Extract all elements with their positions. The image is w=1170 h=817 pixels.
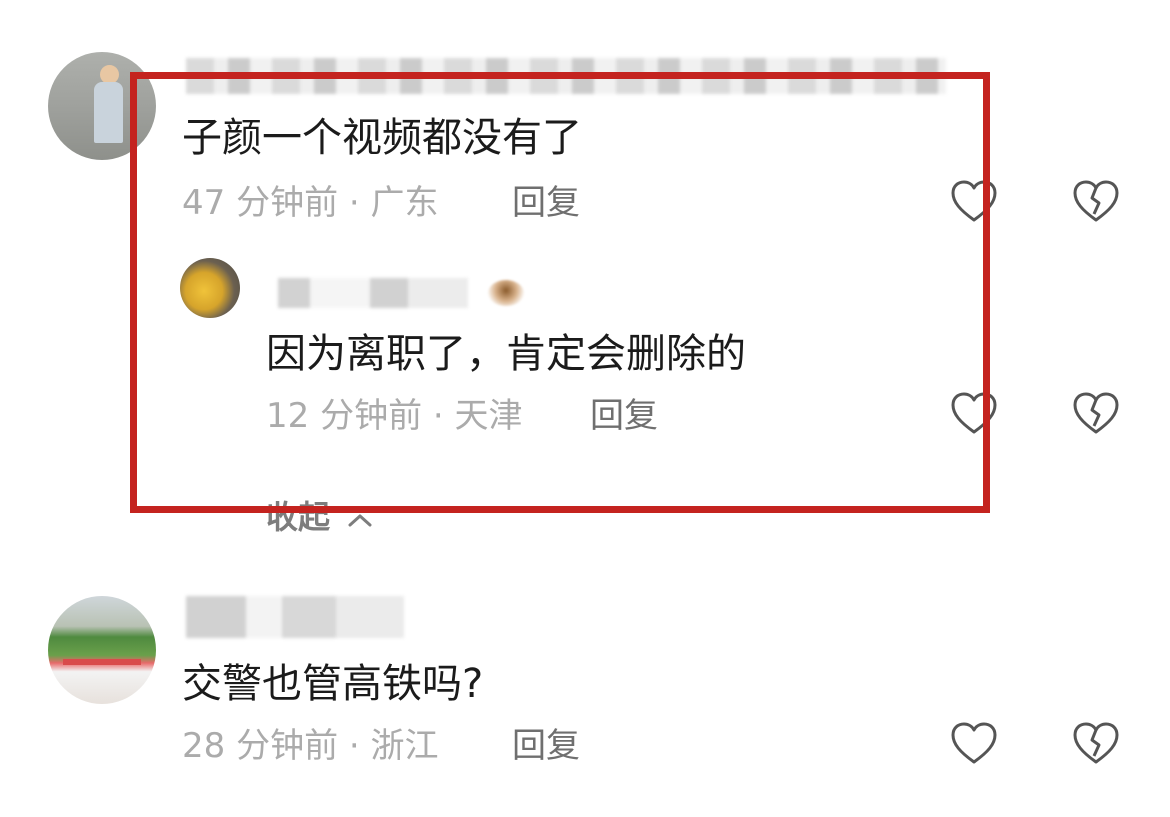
dislike-icon[interactable]	[1070, 388, 1122, 440]
commenter-avatar[interactable]	[48, 596, 156, 704]
reply-button[interactable]: 回复	[512, 183, 580, 223]
reply-author-name-redacted[interactable]	[278, 278, 468, 308]
avatar-figure-body	[94, 82, 123, 143]
dislike-icon[interactable]	[1070, 176, 1122, 228]
like-icon[interactable]	[948, 388, 1000, 440]
commenter-name-redacted[interactable]	[186, 596, 404, 638]
comment-meta: 28 分钟前 · 浙江	[182, 726, 439, 766]
comment-text: 子颜一个视频都没有了	[182, 115, 582, 161]
reply-author-badge-redacted	[488, 280, 524, 306]
like-icon[interactable]	[948, 718, 1000, 770]
comment-meta: 47 分钟前 · 广东	[182, 183, 439, 223]
dislike-icon[interactable]	[1070, 718, 1122, 770]
collapse-label: 收起	[266, 498, 331, 536]
reply-meta: 12 分钟前 · 天津	[266, 396, 523, 436]
commenter-name-redacted[interactable]	[186, 58, 946, 94]
avatar-banner	[63, 658, 141, 666]
comment-text: 交警也管高铁吗?	[182, 661, 484, 707]
reply-to-reply-button[interactable]: 回复	[590, 396, 658, 436]
chevron-up-icon	[345, 499, 375, 539]
reply-avatar[interactable]	[180, 258, 240, 318]
collapse-replies-button[interactable]: 收起	[266, 497, 375, 539]
reply-text: 因为离职了，肯定会删除的	[266, 331, 746, 377]
commenter-avatar[interactable]	[48, 52, 156, 160]
reply-button[interactable]: 回复	[512, 726, 580, 766]
like-icon[interactable]	[948, 176, 1000, 228]
